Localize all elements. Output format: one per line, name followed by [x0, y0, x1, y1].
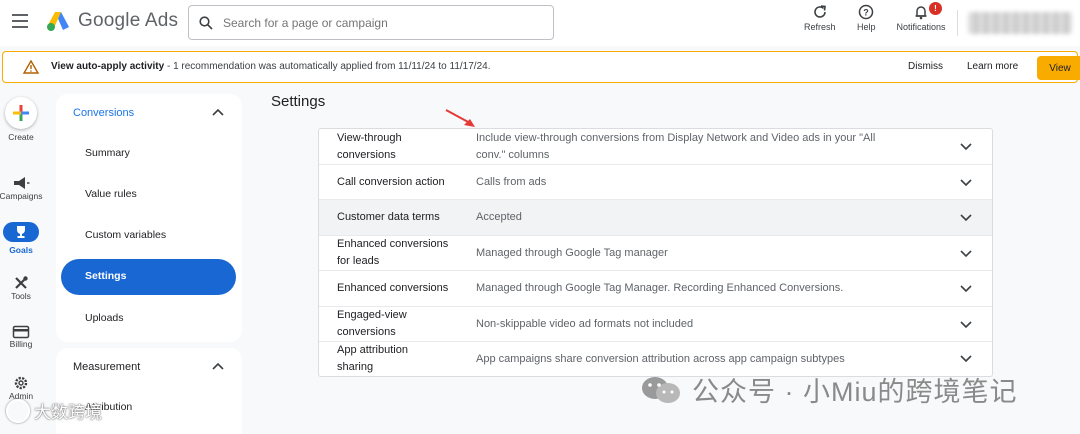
corner-watermark: 大数跨境: [6, 398, 102, 423]
goals-label: Goals: [9, 245, 33, 255]
bell-icon: [915, 6, 927, 20]
account-info-redacted[interactable]: [968, 12, 1072, 34]
chevron-down-icon[interactable]: [960, 179, 972, 187]
chevron-down-icon[interactable]: [960, 355, 972, 363]
notifications-button[interactable]: ! Notifications: [894, 2, 948, 32]
nav-item-uploads[interactable]: Uploads: [85, 312, 124, 324]
campaigns-icon: [14, 177, 30, 189]
setting-label: Customer data terms: [337, 211, 440, 223]
rail-tools[interactable]: Tools: [0, 275, 42, 301]
search-icon: [199, 15, 213, 30]
settings-card: View-through conversions Include view-thr…: [318, 128, 993, 377]
measurement-section-header[interactable]: Measurement: [73, 361, 140, 373]
banner-detail: - 1 recommendation was automatically app…: [164, 61, 491, 72]
rail-billing[interactable]: Billing: [0, 325, 42, 349]
warning-icon: [23, 60, 39, 74]
setting-label: App attribution sharing: [337, 344, 408, 373]
wechat-icon: [640, 375, 682, 405]
wechat-watermark: 公众号 · 小Miu的跨境笔记: [640, 370, 1018, 409]
banner-title[interactable]: View auto-apply activity: [51, 61, 164, 72]
chevron-down-icon[interactable]: [960, 321, 972, 329]
app-name: Google Ads: [78, 10, 179, 31]
setting-row-customer-data-terms[interactable]: Customer data terms Accepted: [319, 200, 992, 236]
refresh-label: Refresh: [804, 22, 836, 32]
setting-value: App campaigns share conversion attributi…: [476, 353, 845, 365]
page-title: Settings: [271, 93, 326, 110]
banner-message: View auto-apply activity - 1 recommendat…: [51, 61, 490, 72]
chevron-down-icon[interactable]: [960, 214, 972, 222]
notifications-label: Notifications: [896, 22, 946, 32]
help-icon: ?: [859, 4, 874, 20]
dismiss-button[interactable]: Dismiss: [908, 61, 943, 72]
setting-label: View-through conversions: [337, 132, 402, 161]
setting-value: Accepted: [476, 211, 522, 223]
chevron-down-icon[interactable]: [960, 285, 972, 293]
setting-label: Call conversion action: [337, 176, 445, 188]
setting-label: Enhanced conversions for leads: [337, 238, 449, 267]
gear-icon: [14, 376, 28, 390]
create-button[interactable]: Create: [0, 97, 42, 142]
auto-apply-banner: View auto-apply activity - 1 recommendat…: [2, 51, 1080, 83]
view-button[interactable]: View: [1037, 56, 1080, 80]
setting-row-call-conversion[interactable]: Call conversion action Calls from ads: [319, 165, 992, 200]
setting-value: Calls from ads: [476, 176, 547, 188]
conversions-section-header[interactable]: Conversions: [73, 107, 134, 119]
google-ads-logo-icon: [47, 12, 69, 31]
refresh-icon: [814, 5, 826, 18]
rail-goals[interactable]: Goals: [0, 222, 42, 255]
setting-label: Enhanced conversions: [337, 282, 449, 294]
billing-label: Billing: [9, 339, 33, 349]
nav-item-summary[interactable]: Summary: [85, 147, 130, 159]
learn-more-button[interactable]: Learn more: [967, 61, 1018, 72]
chevron-down-icon[interactable]: [960, 250, 972, 258]
annotation-arrow-icon: [445, 109, 475, 127]
chevron-down-icon[interactable]: [960, 143, 972, 151]
nav-item-custom-variables[interactable]: Custom variables: [85, 229, 166, 241]
tools-icon: [15, 276, 28, 289]
google-ads-logo[interactable]: Google Ads: [46, 10, 178, 32]
chevron-up-icon[interactable]: [212, 108, 224, 116]
setting-value: Include view-through conversions from Di…: [476, 132, 876, 161]
setting-value: Managed through Google Tag manager: [476, 247, 668, 259]
setting-row-enhanced-conversions-leads[interactable]: Enhanced conversions for leads Managed th…: [319, 236, 992, 271]
goals-active-pill: [3, 222, 39, 242]
setting-label: Engaged-view conversions: [337, 309, 407, 338]
billing-card-icon: [12, 325, 30, 339]
setting-value: Managed through Google Tag Manager. Reco…: [476, 282, 844, 294]
notification-badge: !: [929, 2, 942, 15]
chevron-up-icon[interactable]: [212, 362, 224, 370]
campaigns-label: Campaigns: [0, 191, 43, 201]
setting-row-engaged-view[interactable]: Engaged-view conversions Non-skippable vi…: [319, 307, 992, 342]
svg-text:?: ?: [864, 8, 870, 18]
wechat-watermark-text: 公众号 · 小Miu的跨境笔记: [692, 377, 1018, 407]
help-label: Help: [857, 22, 876, 32]
nav-item-settings-label: Settings: [85, 270, 127, 282]
help-button[interactable]: ? Help: [857, 4, 876, 32]
menu-icon[interactable]: [12, 14, 28, 28]
top-app-bar: Google Ads Refresh ? Help ! Notification…: [0, 0, 1080, 46]
setting-value: Non-skippable video ad formats not inclu…: [476, 318, 694, 330]
header-divider: [957, 10, 958, 36]
conversions-nav-panel: Conversions Summary Value rules Custom v…: [56, 94, 242, 342]
tools-label: Tools: [11, 291, 31, 301]
corner-watermark-text: 大数跨境: [34, 403, 102, 422]
create-plus-icon: [5, 97, 37, 129]
search-input[interactable]: [223, 15, 523, 30]
corner-watermark-logo-icon: [6, 398, 30, 423]
rail-campaigns[interactable]: Campaigns: [0, 175, 43, 201]
create-label: Create: [8, 132, 34, 142]
nav-item-value-rules[interactable]: Value rules: [85, 188, 137, 200]
trophy-icon: [17, 226, 25, 238]
setting-row-view-through[interactable]: View-through conversions Include view-thr…: [319, 129, 992, 165]
nav-item-settings[interactable]: Settings: [61, 259, 236, 295]
refresh-button[interactable]: Refresh: [804, 4, 836, 32]
search-box[interactable]: [188, 5, 554, 40]
setting-row-enhanced-conversions[interactable]: Enhanced conversions Managed through Goo…: [319, 271, 992, 307]
